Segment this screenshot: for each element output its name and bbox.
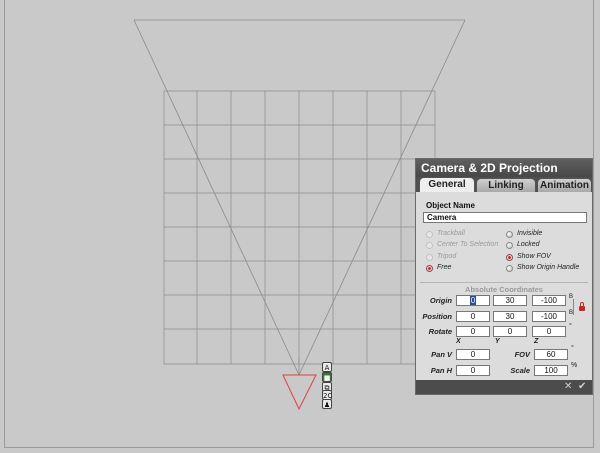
absolute-coordinates-label: Absolute Coordinates [465, 285, 543, 294]
origin-y-field[interactable]: 30 [493, 295, 527, 306]
position-x-field[interactable]: 0 [456, 311, 490, 322]
link-bracket [570, 299, 574, 315]
radio-center-to-selection-label: Center To Selection [437, 241, 499, 248]
radio-show-origin-handle[interactable] [506, 265, 513, 272]
lock-icon[interactable] [579, 302, 585, 311]
rotate-label: Rotate [428, 327, 452, 336]
frustum-left-edge [133, 19, 300, 376]
rotate-x-field[interactable]: 0 [456, 326, 490, 337]
scale-field[interactable]: 100 [534, 365, 568, 376]
origin-x-field[interactable]: 0 [456, 295, 490, 306]
radio-show-origin-handle-label: Show Origin Handle [517, 264, 580, 271]
radio-free[interactable] [426, 265, 433, 272]
radio-center-to-selection[interactable] [426, 242, 433, 249]
fov-unit: ° [571, 345, 574, 352]
pan-v-label: Pan V [431, 350, 452, 359]
tab-general[interactable]: General [419, 177, 475, 192]
origin-z-field[interactable]: -100 [532, 295, 566, 306]
radio-free-label: Free [437, 264, 452, 271]
camera-projection-panel: Camera & 2D Projection General Linking A… [415, 158, 593, 395]
pan-v-field[interactable]: 0 [456, 349, 490, 360]
radio-tripod-label: Tripod [437, 253, 457, 260]
radio-show-fov-label: Show FOV [517, 253, 551, 260]
radio-trackball-label: Trackball [437, 230, 465, 237]
rotate-z-field[interactable]: 0 [532, 326, 566, 337]
section-divider [420, 282, 588, 283]
radio-locked-label: Locked [517, 241, 540, 248]
position-z-field[interactable]: -100 [532, 311, 566, 322]
position-y-field[interactable]: 30 [493, 311, 527, 322]
object-name-input[interactable]: Camera [423, 212, 587, 223]
radio-trackball[interactable] [426, 231, 433, 238]
camera-widget-a[interactable]: A [322, 362, 332, 372]
rotate-unit: ° [569, 323, 572, 330]
close-icon[interactable]: ✕ [564, 381, 572, 393]
tab-animation[interactable]: Animation [537, 178, 592, 192]
floor-grid[interactable] [163, 90, 436, 365]
camera-widget-color[interactable]: ■ [322, 372, 332, 382]
camera-marker[interactable] [282, 374, 317, 411]
panel-title[interactable]: Camera & 2D Projection [416, 159, 592, 177]
scale-label: Scale [510, 366, 530, 375]
scale-unit: % [571, 362, 578, 369]
radio-tripod[interactable] [426, 254, 433, 261]
radio-locked[interactable] [506, 242, 513, 249]
position-label: Position [422, 312, 452, 321]
panel-footer: ✕ ✔ [416, 380, 592, 394]
axis-x-label: X [456, 338, 461, 345]
pan-h-label: Pan H [430, 366, 452, 375]
axis-y-label: Y [495, 338, 500, 345]
object-name-label: Object Name [426, 201, 475, 210]
axis-z-label: Z [534, 338, 539, 345]
radio-show-fov[interactable] [506, 254, 513, 261]
checkmark-icon[interactable]: ✔ [578, 381, 586, 393]
origin-label: Origin [429, 296, 452, 305]
radio-invisible-label: Invisible [517, 230, 543, 237]
camera-widget-figure[interactable]: ♟ [322, 399, 332, 409]
pan-h-field[interactable]: 0 [456, 365, 490, 376]
fov-label: FOV [514, 350, 530, 359]
fov-field[interactable]: 60 [534, 349, 568, 360]
tab-bar: General Linking Animation [416, 177, 592, 192]
radio-invisible[interactable] [506, 231, 513, 238]
origin-x-value: 0 [469, 296, 477, 305]
tab-linking[interactable]: Linking [476, 178, 536, 192]
rotate-y-field[interactable]: 0 [493, 326, 527, 337]
